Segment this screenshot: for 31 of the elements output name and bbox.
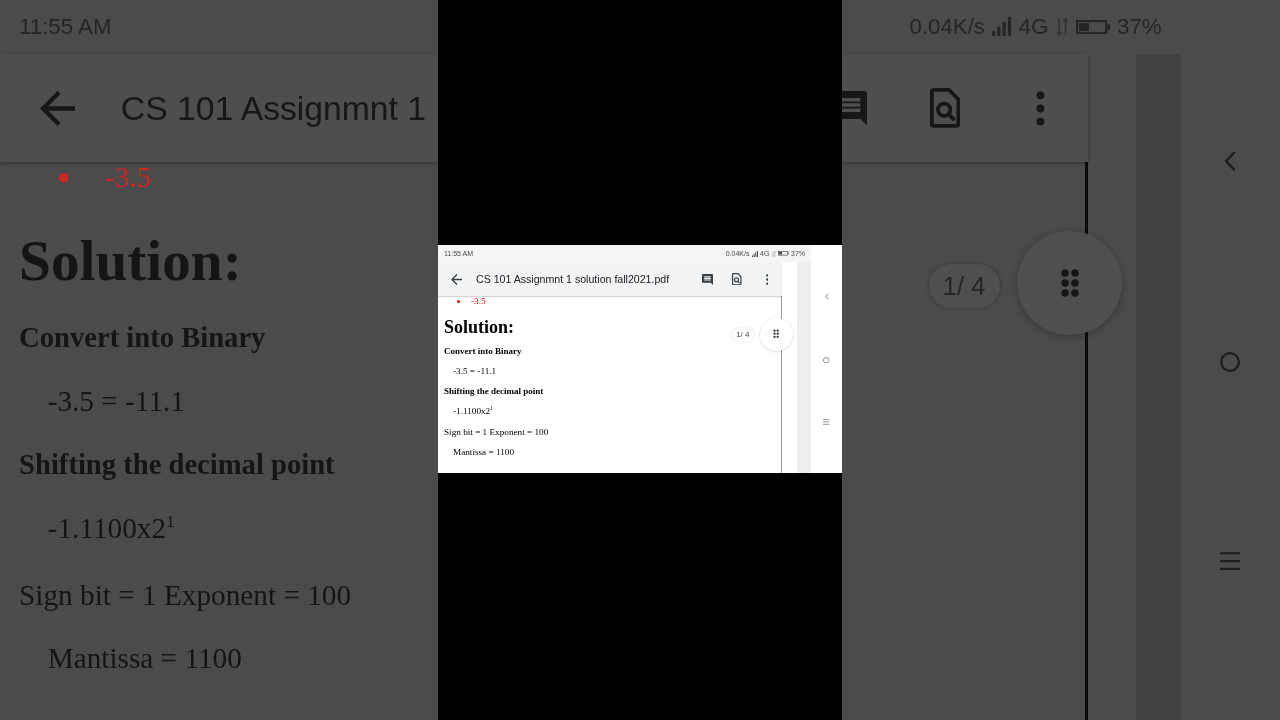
scroll-handle-button[interactable] — [759, 317, 793, 351]
signal-icon — [992, 17, 1012, 37]
file-search-icon[interactable] — [732, 272, 742, 286]
section-heading: Solution: — [444, 317, 515, 337]
document-title: CS 101 Assignmnt 1 solution fall2021.pdf — [476, 273, 670, 285]
home-circle-icon[interactable] — [1220, 352, 1241, 373]
battery-icon — [1075, 19, 1110, 35]
body-text: Sign bit = 1 Exponent = 100 — [444, 426, 549, 438]
formula-text: -3.5 = -11.1 — [453, 365, 497, 377]
formula-text: -1.1100x2$^{1}$ — [453, 405, 493, 417]
back-arrow-icon[interactable] — [450, 273, 462, 285]
list-item-text: -3.5 — [104, 162, 152, 194]
page-counter: 1/ 4 — [731, 328, 754, 342]
up-down-arrows-icon — [771, 250, 776, 257]
more-menu-icon[interactable] — [765, 273, 769, 285]
grip-dots-icon — [1059, 268, 1080, 298]
grip-dots-icon — [772, 329, 780, 339]
battery-icon — [778, 251, 789, 256]
back-chevron-icon[interactable] — [824, 293, 829, 300]
menu-icon[interactable] — [823, 419, 830, 425]
list-item-text: -3.5 — [471, 296, 486, 306]
bullet-icon — [456, 299, 460, 303]
menu-icon[interactable] — [1220, 551, 1241, 570]
formula-text: Mantissa = 1100 — [453, 446, 514, 458]
signal-icon — [751, 250, 758, 257]
back-chevron-icon[interactable] — [1223, 150, 1237, 173]
comment-icon[interactable] — [701, 273, 713, 285]
home-circle-icon[interactable] — [823, 356, 830, 363]
bullet-icon — [58, 173, 69, 183]
subheading: Convert into Binary — [444, 345, 522, 357]
subheading: Shifting the decimal point — [444, 385, 544, 397]
